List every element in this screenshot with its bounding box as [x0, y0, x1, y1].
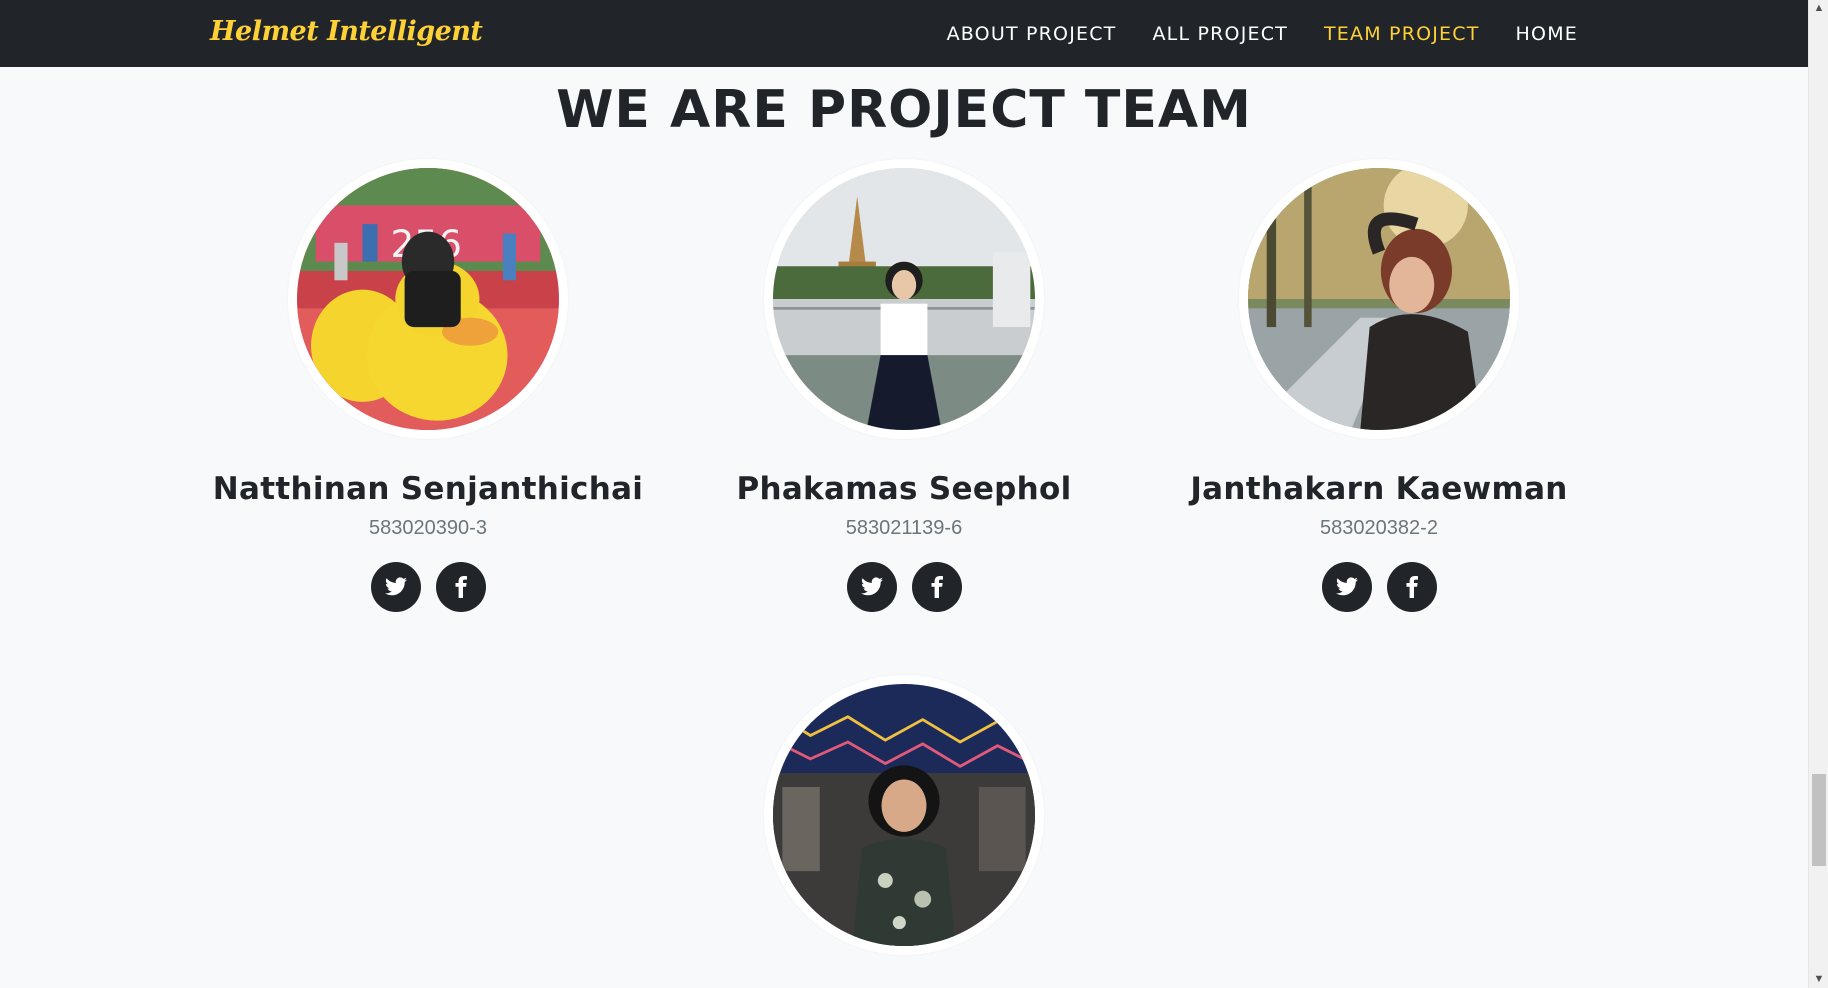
social-links [654, 562, 1154, 612]
member-avatar [1239, 159, 1519, 439]
member-name: Phakamas Seephol [736, 471, 1072, 507]
scroll-up-icon[interactable]: ▲ [1809, 0, 1828, 17]
member-avatar: 256 [288, 159, 568, 439]
twitter-icon [860, 577, 883, 596]
member-name: Natthinan Senjanthichai [212, 471, 644, 507]
team-member-card: Janthakarn Kaewman 583020382-2 [1129, 159, 1629, 612]
member-id: 583020382-2 [1320, 517, 1438, 539]
navbar: Helmet Intelligent ABOUT PROJECT ALL PRO… [0, 0, 1808, 67]
member-name: Janthakarn Kaewman [1190, 471, 1568, 507]
twitter-button[interactable] [370, 562, 421, 612]
social-links [1129, 562, 1629, 612]
team-member-card [654, 675, 1154, 955]
nav-menu: ABOUT PROJECT ALL PROJECT TEAM PROJECT H… [947, 0, 1578, 67]
bridge-pagoda-photo [773, 168, 1035, 430]
facebook-button[interactable] [435, 562, 486, 612]
brand-logo[interactable]: Helmet Intelligent [210, 16, 483, 47]
nav-about-project[interactable]: ABOUT PROJECT [947, 23, 1117, 45]
rubber-duck-festival-photo: 256 [297, 168, 559, 430]
facebook-button[interactable] [1386, 562, 1437, 612]
team-member-card: Phakamas Seephol 583021139-6 [654, 159, 1154, 612]
facebook-button[interactable] [911, 562, 962, 612]
night-market-photo [773, 684, 1035, 946]
twitter-button[interactable] [1321, 562, 1372, 612]
nav-home[interactable]: HOME [1516, 23, 1578, 45]
facebook-icon [931, 576, 943, 598]
member-id: 583020390-3 [369, 517, 487, 539]
twitter-icon [1335, 577, 1358, 596]
member-id: 583021139-6 [845, 517, 963, 539]
social-links [178, 562, 678, 612]
nav-all-project[interactable]: ALL PROJECT [1152, 23, 1288, 45]
facebook-icon [455, 576, 467, 598]
team-member-card: 256 Natthinan Senjanthichai 583020390-3 [178, 159, 678, 612]
nav-team-project[interactable]: TEAM PROJECT [1324, 23, 1480, 45]
member-avatar [764, 675, 1044, 955]
scrollbar-thumb[interactable] [1812, 774, 1826, 866]
park-sunlight-photo [1248, 168, 1510, 430]
twitter-icon [384, 577, 407, 596]
page-scrollbar[interactable]: ▲ ▼ [1808, 0, 1828, 988]
twitter-button[interactable] [846, 562, 897, 612]
member-avatar [764, 159, 1044, 439]
scroll-down-icon[interactable]: ▼ [1809, 971, 1828, 988]
section-title: WE ARE PROJECT TEAM [556, 80, 1252, 140]
facebook-icon [1406, 576, 1418, 598]
